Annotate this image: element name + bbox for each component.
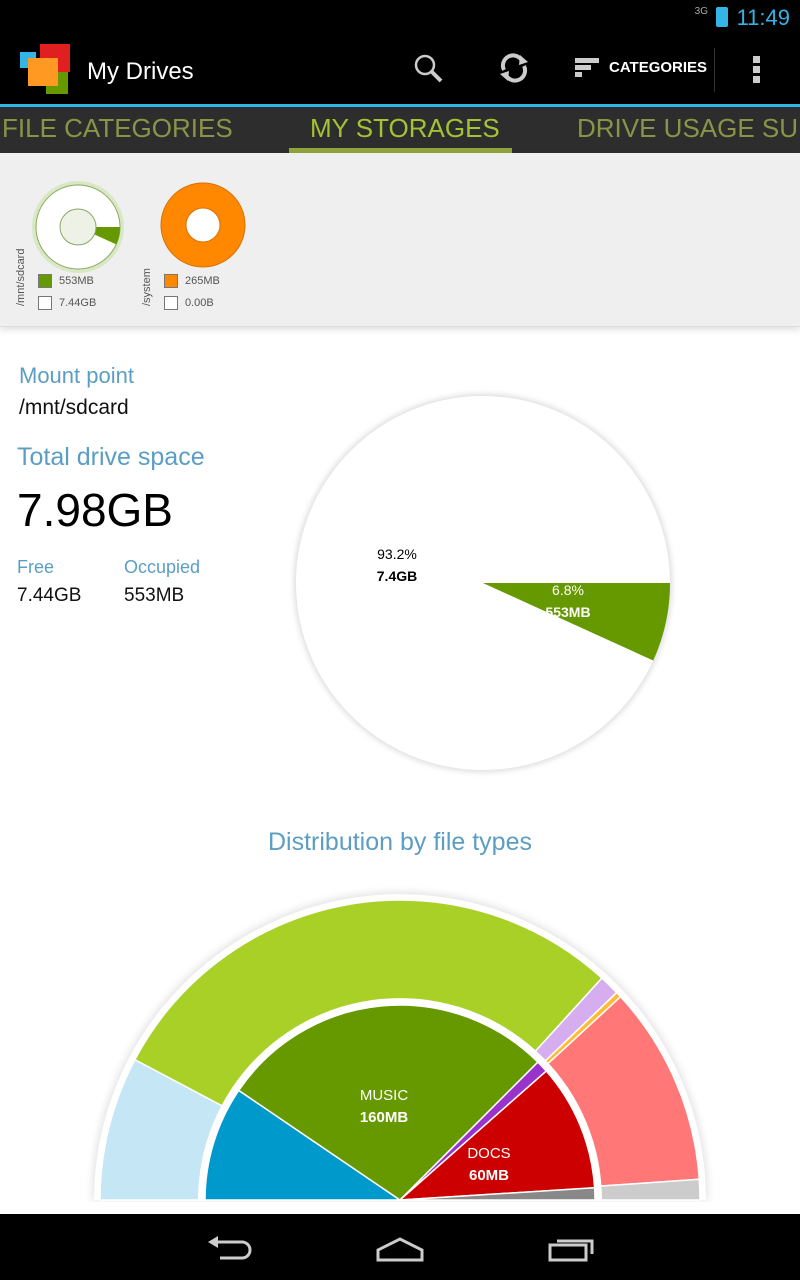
signal-icon: 3G <box>694 6 708 17</box>
overflow-menu-icon[interactable] <box>753 56 761 86</box>
free-slice-pct: 93.2% <box>377 546 417 562</box>
free-slice-value: 7.4GB <box>377 568 417 584</box>
sdcard-donut <box>32 181 124 273</box>
storage-list: 553MB 7.44GB 265MB 0.00B <box>0 153 800 327</box>
total-space-value: 7.98GB <box>17 484 173 536</box>
music-label: MUSIC <box>360 1087 409 1104</box>
occupied-label: Occupied <box>124 557 201 577</box>
occupied-value: 553MB <box>124 585 185 606</box>
recent-apps-icon[interactable] <box>548 1236 596 1262</box>
back-icon[interactable] <box>206 1236 254 1262</box>
action-bar: My Drives CATEGORIES <box>0 34 800 104</box>
drive-pie-chart: 93.2% 7.4GB 6.8% 553MB <box>294 394 672 772</box>
sdcard-mount-label: /mnt/sdcard <box>15 248 27 306</box>
free-value: 7.44GB <box>17 585 82 606</box>
categories-icon <box>575 56 599 79</box>
tab-bar: FILE CATEGORIES MY STORAGES DRIVE USAGE … <box>0 107 800 153</box>
music-value: 160MB <box>360 1109 409 1126</box>
refresh-icon[interactable] <box>498 52 530 92</box>
tab-drive-usage[interactable]: DRIVE USAGE SUN <box>577 113 800 144</box>
home-icon[interactable] <box>375 1236 425 1262</box>
search-icon[interactable] <box>412 52 444 92</box>
categories-label: CATEGORIES <box>609 59 708 76</box>
system-donut <box>160 182 246 268</box>
docs-label: DOCS <box>467 1145 510 1162</box>
legend-free: 7.44GB <box>38 296 96 310</box>
mount-point-label: Mount point <box>19 363 134 388</box>
status-bar: 3G 11:49 <box>0 0 800 34</box>
categories-button[interactable]: CATEGORIES <box>575 56 707 79</box>
app-title: My Drives <box>87 58 194 85</box>
distribution-title: Distribution by file types <box>267 828 532 856</box>
legend-used: 553MB <box>38 274 94 288</box>
used-slice-value: 553MB <box>545 604 590 620</box>
battery-icon <box>716 7 728 27</box>
navigation-bar <box>0 1214 800 1280</box>
used-slice-pct: 6.8% <box>552 582 584 598</box>
system-mount-label: /system <box>141 268 153 306</box>
mount-point-value: /mnt/sdcard <box>19 396 129 419</box>
tab-file-categories[interactable]: FILE CATEGORIES <box>2 113 233 144</box>
clock: 11:49 <box>736 5 790 30</box>
free-label: Free <box>17 557 55 577</box>
divider <box>714 48 715 92</box>
legend-free: 0.00B <box>164 296 214 310</box>
distribution-chart: MUSIC 160MB DOCS 60MB <box>92 892 708 1201</box>
app-logo[interactable] <box>20 44 72 94</box>
docs-value: 60MB <box>469 1167 509 1184</box>
tab-my-storages[interactable]: MY STORAGES <box>310 113 500 144</box>
legend-used: 265MB <box>164 274 220 288</box>
total-space-label: Total drive space <box>17 443 205 471</box>
